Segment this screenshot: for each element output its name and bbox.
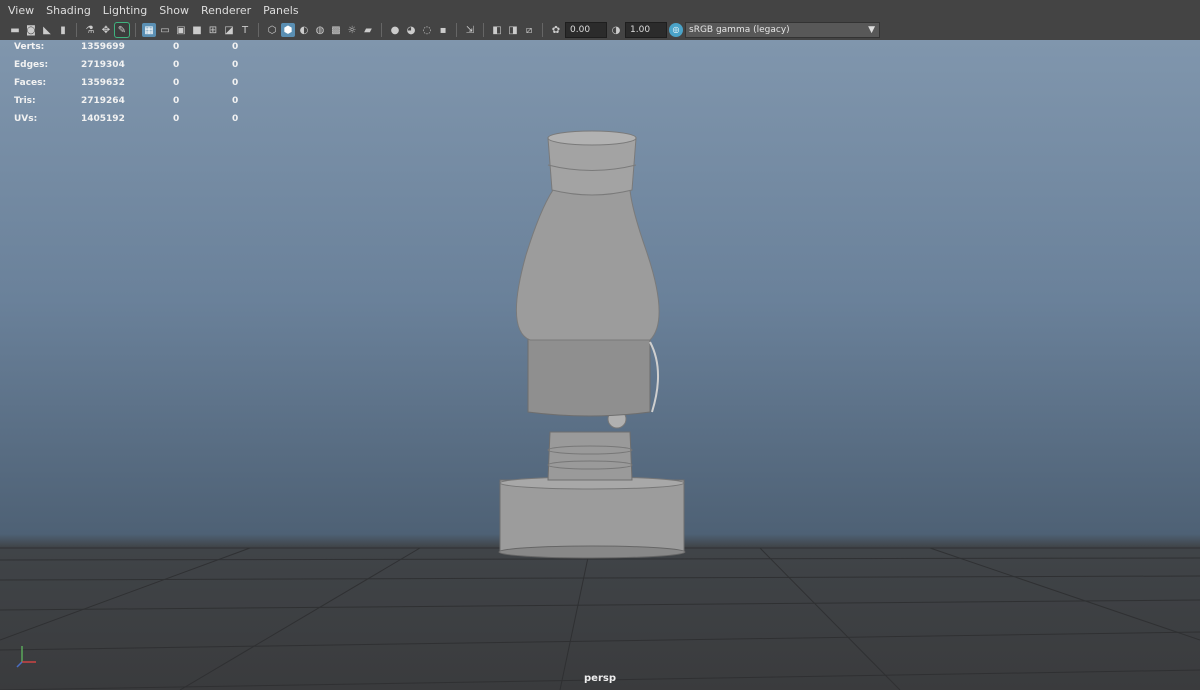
lamp-model[interactable] [498, 130, 686, 559]
hud-label: UVs: [14, 114, 38, 124]
hud-value: 1359699 [81, 42, 125, 52]
ground-grid [0, 130, 1200, 690]
wireframe-icon[interactable]: ⬡ [265, 23, 279, 37]
toolbar-separator [456, 23, 457, 37]
gamma-icon[interactable]: ◑ [609, 23, 623, 37]
chevron-down-icon: ▼ [868, 25, 875, 35]
gate-mask-icon[interactable]: ■ [190, 23, 204, 37]
gamma-field[interactable]: 1.00 [625, 22, 667, 38]
bookmark-icon[interactable]: ▮ [56, 23, 70, 37]
menu-view[interactable]: View [0, 0, 40, 22]
toolbar-separator [76, 23, 77, 37]
camera-bookmark-icon[interactable]: ◣ [40, 23, 54, 37]
panel-toolbar: ▬ ◙ ◣ ▮ ⚗ ✥ ✎ ▦ ▭ ▣ ■ ⊞ ◪ T ⬡ ⬢ ◐ ◍ ▩ ☼ … [8, 21, 880, 39]
toolbar-separator [135, 23, 136, 37]
hud-value: 2719304 [81, 60, 125, 70]
toolbar-separator [381, 23, 382, 37]
hud-selected: 0 [173, 96, 180, 106]
panel-menu-bar: View Shading Lighting Show Renderer Pane… [0, 2, 305, 20]
camera-name-label: persp [584, 673, 616, 684]
textured-icon[interactable]: ▩ [329, 23, 343, 37]
anti-alias-icon[interactable]: ◌ [420, 23, 434, 37]
safe-action-icon[interactable]: ◪ [222, 23, 236, 37]
xray-joints-icon[interactable]: ◨ [506, 23, 520, 37]
menu-show[interactable]: Show [153, 0, 195, 22]
grid-icon[interactable]: ▦ [142, 23, 156, 37]
image-plane-icon[interactable]: ⚗ [83, 23, 97, 37]
axis-gizmo-icon [16, 646, 36, 668]
camera-attributes-icon[interactable]: ◙ [24, 23, 38, 37]
hud-components: 0 [232, 60, 239, 70]
hud-selected: 0 [173, 114, 180, 124]
depth-of-field-icon[interactable]: ▪ [436, 23, 450, 37]
menu-panels[interactable]: Panels [257, 0, 304, 22]
hud-label: Edges: [14, 60, 49, 70]
motion-blur-icon[interactable]: ◕ [404, 23, 418, 37]
exposure-field[interactable]: 0.00 [565, 22, 607, 38]
field-chart-icon[interactable]: ⊞ [206, 23, 220, 37]
panel-header: View Shading Lighting Show Renderer Pane… [0, 0, 1200, 41]
menu-shading[interactable]: Shading [40, 0, 97, 22]
hud-label: Verts: [14, 42, 45, 52]
hud-components: 0 [232, 42, 239, 52]
menu-lighting[interactable]: Lighting [97, 0, 153, 22]
ambient-occlusion-icon[interactable]: ● [388, 23, 402, 37]
use-default-material-icon[interactable]: ◐ [297, 23, 311, 37]
hud-label: Faces: [14, 78, 47, 88]
exposure-icon[interactable]: ✿ [549, 23, 563, 37]
hud-selected: 0 [173, 60, 180, 70]
two-d-pan-icon[interactable]: ✥ [99, 23, 113, 37]
use-all-lights-icon[interactable]: ☼ [345, 23, 359, 37]
toolbar-separator [258, 23, 259, 37]
hud-components: 0 [232, 78, 239, 88]
hud-selected: 0 [173, 78, 180, 88]
color-space-label: sRGB gamma (legacy) [689, 25, 790, 35]
toolbar-separator [483, 23, 484, 37]
xray-active-components-icon[interactable]: ⧄ [522, 23, 536, 37]
color-space-dropdown[interactable]: sRGB gamma (legacy) ▼ [685, 22, 880, 38]
hud-components: 0 [232, 96, 239, 106]
toolbar-separator [542, 23, 543, 37]
hud-label: Tris: [14, 96, 36, 106]
camera-select-icon[interactable]: ▬ [8, 23, 22, 37]
menu-renderer[interactable]: Renderer [195, 0, 257, 22]
grease-pencil-icon[interactable]: ✎ [114, 22, 130, 38]
wireframe-on-shaded-icon[interactable]: ◍ [313, 23, 327, 37]
hud-value: 2719264 [81, 96, 125, 106]
film-gate-icon[interactable]: ▭ [158, 23, 172, 37]
safe-title-icon[interactable]: T [238, 23, 252, 37]
color-management-icon[interactable]: ◎ [669, 23, 683, 37]
maya-viewport-app: View Shading Lighting Show Renderer Pane… [0, 0, 1200, 690]
hud-value: 1405192 [81, 114, 125, 124]
hud-value: 1359632 [81, 78, 125, 88]
smooth-shade-icon[interactable]: ⬢ [281, 23, 295, 37]
shadows-icon[interactable]: ▰ [361, 23, 375, 37]
viewport-persp[interactable]: Verts: 1359699 0 0 Edges: 2719304 0 0 Faces: 13… [0, 40, 1200, 690]
hud-components: 0 [232, 114, 239, 124]
xray-icon[interactable]: ◧ [490, 23, 504, 37]
resolution-gate-icon[interactable]: ▣ [174, 23, 188, 37]
isolate-select-icon[interactable]: ⇲ [463, 23, 477, 37]
hud-selected: 0 [173, 42, 180, 52]
